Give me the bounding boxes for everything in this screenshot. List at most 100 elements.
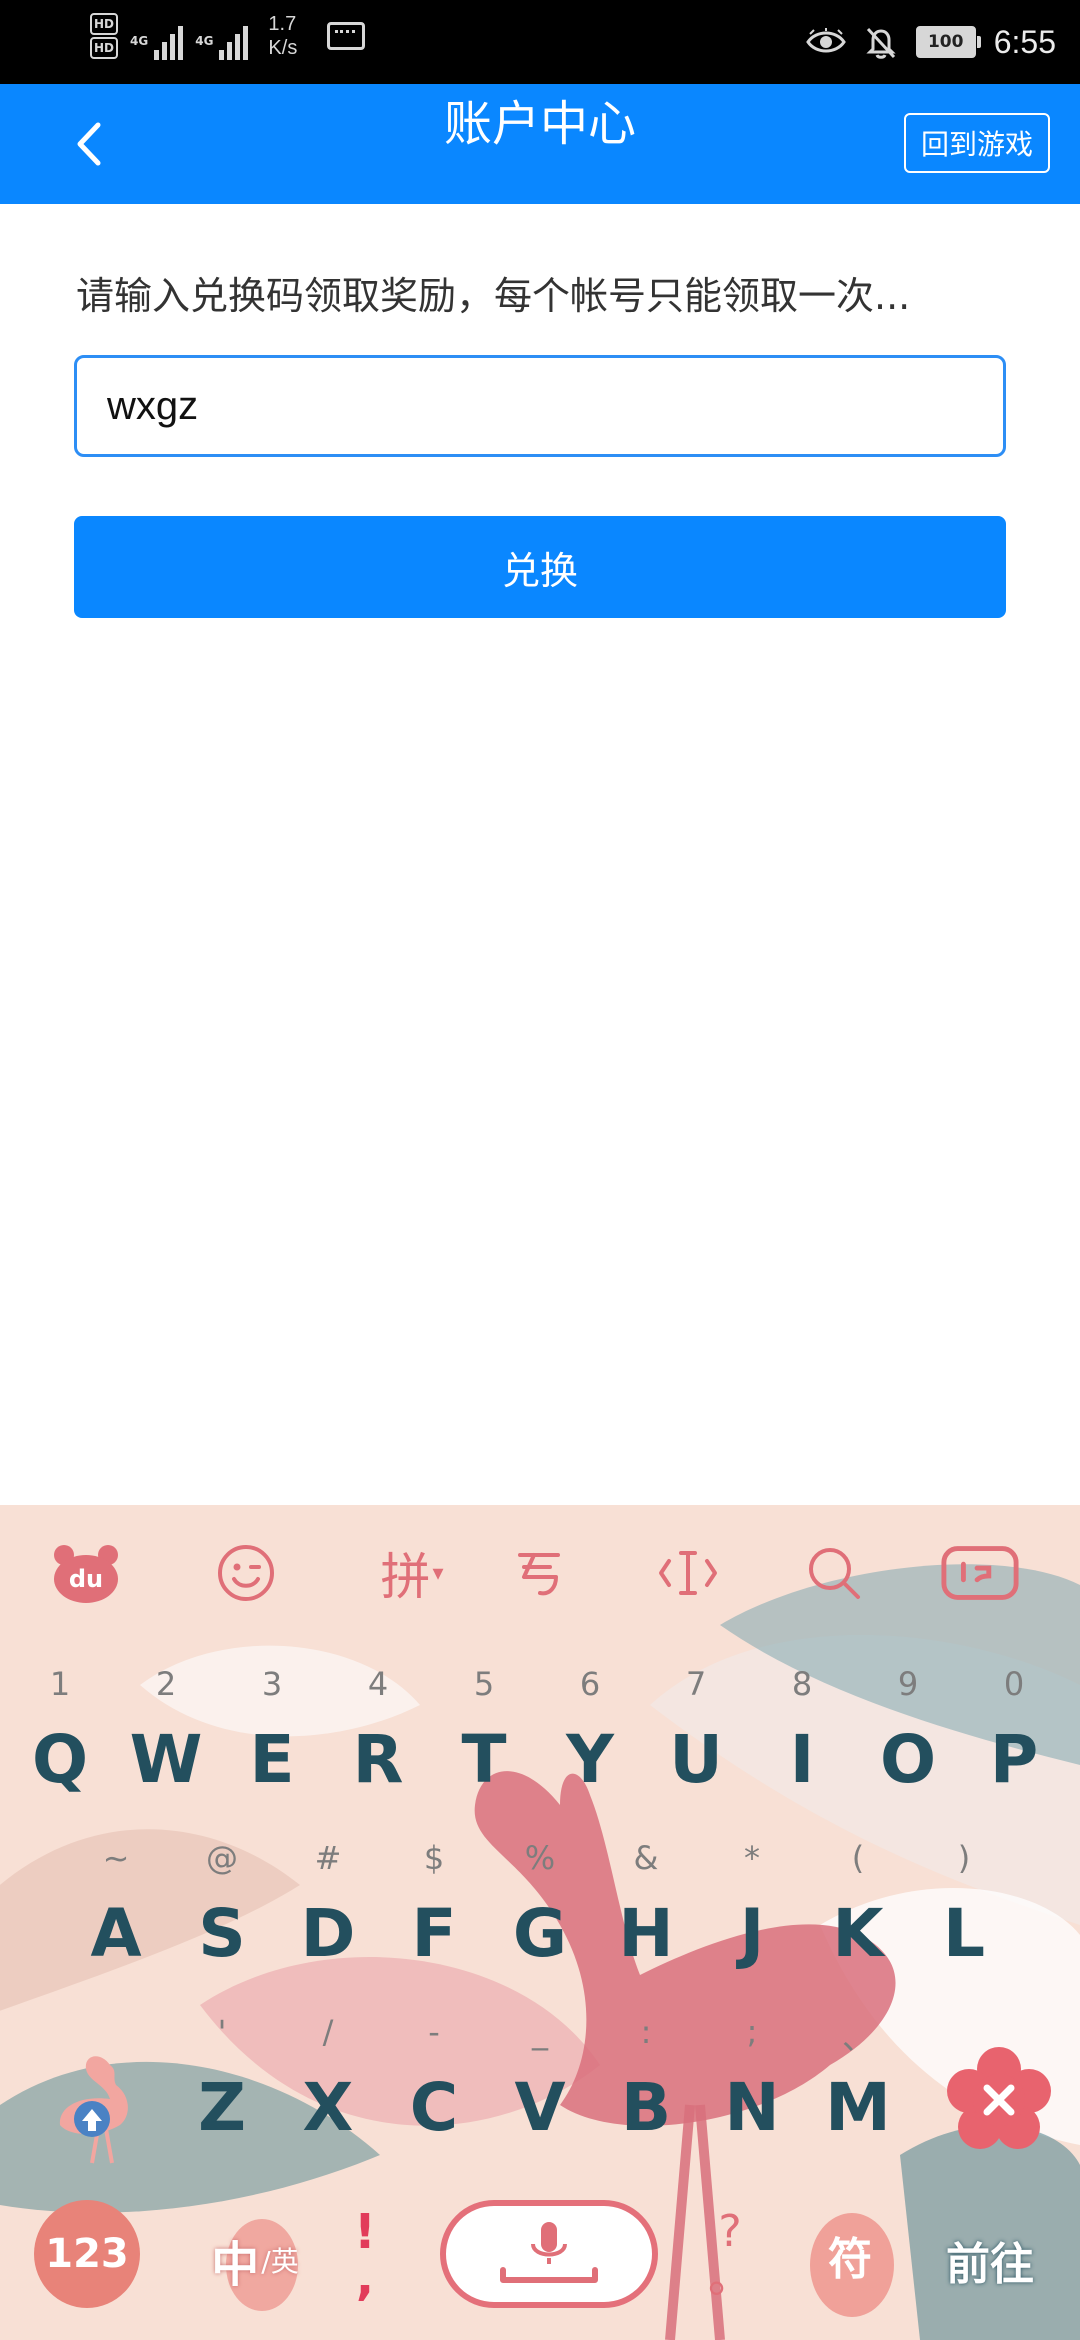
key-d[interactable]: # D bbox=[276, 1839, 380, 2007]
key-hint: 3 bbox=[261, 1665, 283, 1703]
flower-delete-icon bbox=[947, 2047, 1051, 2149]
key-label: K bbox=[832, 1895, 884, 1972]
key-hint: ( bbox=[851, 1839, 865, 1877]
key-hint: & bbox=[633, 1839, 659, 1877]
comma-label: , bbox=[355, 2250, 375, 2306]
key-label: N bbox=[724, 2069, 780, 2146]
key-label: R bbox=[352, 1721, 404, 1798]
handwriting-icon bbox=[518, 1553, 560, 1596]
key-u[interactable]: 7 U bbox=[644, 1665, 748, 1833]
pinyin-mode-button[interactable]: 拼 ▾ bbox=[362, 1533, 462, 1613]
key-f[interactable]: $ F bbox=[382, 1839, 486, 2007]
key-hint: $ bbox=[423, 1839, 445, 1877]
key-hint: 6 bbox=[579, 1665, 601, 1703]
cursor-move-icon bbox=[659, 1551, 717, 1595]
key-q[interactable]: 1 Q bbox=[8, 1665, 112, 1833]
key-t[interactable]: 5 T bbox=[432, 1665, 536, 1833]
search-icon bbox=[809, 1548, 860, 1599]
key-z[interactable]: ' Z bbox=[170, 2013, 274, 2181]
key-k[interactable]: ( K bbox=[806, 1839, 910, 2007]
back-button[interactable] bbox=[50, 108, 130, 180]
key-g[interactable]: % G bbox=[488, 1839, 592, 2007]
key-y[interactable]: 6 Y bbox=[538, 1665, 642, 1833]
key-hint: / bbox=[322, 2013, 334, 2051]
key-label: I bbox=[789, 1721, 815, 1798]
exclamation-label: ! bbox=[354, 2204, 376, 2260]
key-s[interactable]: @ S bbox=[170, 1839, 274, 2007]
battery-icon: 100 bbox=[915, 26, 981, 58]
bear-logo-icon: du bbox=[54, 1545, 118, 1603]
cursor-control-button[interactable] bbox=[648, 1533, 728, 1613]
key-hint: @ bbox=[206, 1839, 238, 1877]
key-hint: ) bbox=[957, 1839, 971, 1877]
key-p[interactable]: 0 P bbox=[962, 1665, 1066, 1833]
key-label: P bbox=[989, 1721, 1039, 1798]
status-left: HD HD 4G 4G 1.7 K/s bbox=[90, 12, 366, 60]
punctuation-key[interactable]: ! , bbox=[330, 2195, 400, 2315]
key-hint: _ bbox=[532, 2013, 548, 2051]
key-label: G bbox=[512, 1895, 568, 1972]
key-l[interactable]: ) L bbox=[912, 1839, 1016, 2007]
keyboard-icon bbox=[327, 22, 366, 50]
question-key[interactable]: ? 。 bbox=[700, 2195, 760, 2315]
key-label: E bbox=[249, 1721, 295, 1798]
key-label: T bbox=[461, 1721, 507, 1798]
hd-indicators: HD HD bbox=[90, 13, 119, 59]
handwriting-button[interactable] bbox=[500, 1533, 580, 1613]
key-hint: 0 bbox=[1003, 1665, 1025, 1703]
key-m[interactable]: 、 M bbox=[806, 2013, 910, 2181]
key-hint: - bbox=[428, 2013, 440, 2051]
signal-sim1: 4G bbox=[130, 12, 184, 60]
keyboard-toolbar: du 拼 ▾ bbox=[0, 1505, 1080, 1635]
redeem-button[interactable]: 兑换 bbox=[74, 516, 1006, 618]
key-x[interactable]: / X bbox=[276, 2013, 380, 2181]
key-hint: 9 bbox=[897, 1665, 919, 1703]
redeem-code-input[interactable] bbox=[74, 355, 1006, 457]
key-i[interactable]: 8 I bbox=[750, 1665, 854, 1833]
key-b[interactable]: : B bbox=[594, 2013, 698, 2181]
return-to-game-button[interactable]: 回到游戏 bbox=[904, 113, 1050, 173]
go-key[interactable]: 前往 bbox=[920, 2210, 1060, 2310]
collapse-keyboard-button[interactable] bbox=[940, 1533, 1020, 1613]
key-hint: 、 bbox=[841, 2019, 874, 2057]
space-voice-key[interactable] bbox=[440, 2200, 658, 2308]
speed-unit: K/s bbox=[268, 37, 298, 59]
key-v[interactable]: _ V bbox=[488, 2013, 592, 2181]
key-hint: 4 bbox=[367, 1665, 389, 1703]
du-logo-button[interactable]: du bbox=[46, 1533, 126, 1613]
key-hint: ' bbox=[217, 2013, 227, 2051]
search-button[interactable] bbox=[794, 1533, 874, 1613]
symbols-key[interactable]: 符 bbox=[800, 2195, 900, 2315]
key-hint: # bbox=[314, 1839, 342, 1877]
key-label: U bbox=[669, 1721, 723, 1798]
status-bar: HD HD 4G 4G 1.7 K/s 100 6:55 bbox=[0, 0, 1080, 84]
lang-chinese-label: 中 bbox=[211, 2237, 260, 2293]
key-e[interactable]: 3 E bbox=[220, 1665, 324, 1833]
key-r[interactable]: 4 R bbox=[326, 1665, 430, 1833]
key-label: V bbox=[514, 2069, 566, 2146]
key-c[interactable]: - C bbox=[382, 2013, 486, 2181]
status-right: 100 6:55 bbox=[805, 0, 1056, 84]
key-hint: 8 bbox=[791, 1665, 813, 1703]
key-label: A bbox=[90, 1895, 142, 1972]
key-h[interactable]: & H bbox=[594, 1839, 698, 2007]
signal-bars-icon bbox=[154, 24, 184, 60]
key-o[interactable]: 9 O bbox=[856, 1665, 960, 1833]
microphone-icon bbox=[500, 2222, 598, 2283]
key-label: D bbox=[300, 1895, 356, 1972]
key-n[interactable]: ; N bbox=[700, 2013, 804, 2181]
numbers-key[interactable]: 123 bbox=[34, 2200, 140, 2308]
key-hint: ~ bbox=[102, 1839, 130, 1877]
language-switch-key[interactable]: 中 /英 bbox=[190, 2215, 320, 2305]
emoji-button[interactable] bbox=[206, 1533, 286, 1613]
key-a[interactable]: ~ A bbox=[64, 1839, 168, 2007]
key-hint: 2 bbox=[155, 1665, 177, 1703]
caret-down-icon: ▾ bbox=[432, 1560, 444, 1586]
backspace-key[interactable] bbox=[944, 2045, 1054, 2155]
shift-key[interactable] bbox=[40, 2045, 150, 2165]
key-label: J bbox=[739, 1895, 765, 1972]
key-j[interactable]: * J bbox=[700, 1839, 804, 2007]
key-label: X bbox=[302, 2069, 354, 2146]
key-w[interactable]: 2 W bbox=[114, 1665, 218, 1833]
key-hint: 1 bbox=[49, 1665, 71, 1703]
